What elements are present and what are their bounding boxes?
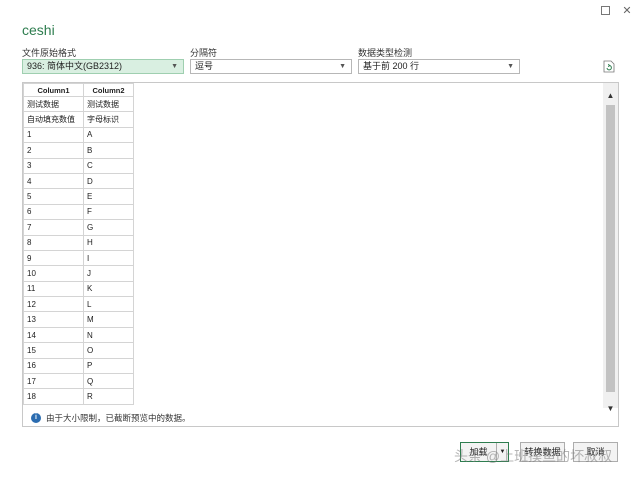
table-cell[interactable]: 字母标识: [83, 111, 134, 128]
table-cell[interactable]: K: [83, 280, 134, 298]
table-cell[interactable]: E: [83, 188, 134, 205]
table-cell[interactable]: O: [83, 342, 134, 359]
table-cell[interactable]: H: [83, 234, 134, 251]
table-cell[interactable]: F: [83, 203, 134, 221]
scroll-down-icon[interactable]: ▼: [603, 402, 618, 416]
type-detection-value: 基于前 200 行: [363, 61, 420, 71]
table-cell[interactable]: 6: [23, 203, 84, 221]
table-cell[interactable]: 7: [23, 219, 84, 236]
table-row: 7G: [23, 219, 134, 236]
table-cell[interactable]: 2: [23, 142, 84, 159]
chevron-down-icon: ▼: [171, 63, 178, 70]
delimiter-dropdown[interactable]: 逗号 ▼: [190, 59, 352, 74]
encoding-value: 936: 简体中文(GB2312): [27, 61, 123, 71]
scroll-up-icon[interactable]: ▲: [603, 89, 618, 103]
info-icon: i: [31, 413, 41, 423]
table-cell[interactable]: 18: [23, 388, 84, 405]
refresh-icon: [603, 60, 615, 73]
table-row: 12 L: [23, 296, 134, 313]
table-cell[interactable]: C: [83, 157, 134, 174]
table-cell[interactable]: 自动填充数值: [23, 111, 84, 128]
encoding-dropdown[interactable]: 936: 简体中文(GB2312) ▼: [22, 59, 184, 74]
table-cell[interactable]: J: [83, 265, 134, 282]
table-row: 8H: [23, 234, 134, 251]
table-header-row: Column1 Column2: [23, 83, 134, 97]
table-row: 16 P: [23, 357, 134, 375]
table-row: 4D: [23, 172, 134, 190]
table-cell[interactable]: L: [83, 296, 134, 313]
table-row: 2B: [23, 142, 134, 159]
table-cell[interactable]: N: [83, 326, 134, 344]
maximize-icon: [600, 6, 610, 15]
table-cell[interactable]: 测试数据: [83, 95, 134, 113]
close-button[interactable]: ✕: [620, 4, 634, 18]
table-cell[interactable]: 8: [23, 234, 84, 251]
data-preview-panel: Column1 Column2 测试数据 测试数据 自动填充数值 字母标识 1 A 2 B 3 C…: [22, 82, 619, 427]
table-cell[interactable]: 9: [23, 249, 84, 267]
table-row: 3C: [23, 157, 134, 174]
table-cell[interactable]: R: [83, 388, 134, 405]
table-row: 14 N: [23, 326, 134, 344]
truncation-notice: i 由于大小限制，已截断预览中的数据。: [31, 412, 191, 424]
table-cell[interactable]: 测试数据: [23, 95, 84, 113]
table-cell[interactable]: A: [83, 126, 134, 144]
table-row: 1A: [23, 126, 134, 144]
refresh-button[interactable]: [603, 60, 615, 73]
table-cell[interactable]: M: [83, 311, 134, 328]
table-cell[interactable]: 17: [23, 373, 84, 390]
table-cell[interactable]: 1: [23, 126, 84, 144]
table-row: 测试数据 测试数据: [23, 95, 134, 113]
table-row: 10 J: [23, 265, 134, 282]
table-cell[interactable]: 3: [23, 157, 84, 174]
table-cell[interactable]: 14: [23, 326, 84, 344]
table-cell[interactable]: D: [83, 172, 134, 190]
notice-text: 由于大小限制，已截断预览中的数据。: [46, 413, 191, 423]
scrollbar-thumb[interactable]: [606, 105, 615, 392]
table-cell[interactable]: Q: [83, 373, 134, 390]
table-row: 11 K: [23, 280, 134, 298]
preview-table: Column1 Column2 测试数据 测试数据 自动填充数值 字母标识 1 A 2 B 3 C…: [23, 83, 134, 405]
table-cell[interactable]: 5: [23, 188, 84, 205]
table-row: 17 Q: [23, 373, 134, 390]
table-row: 13 M: [23, 311, 134, 328]
encoding-label: 文件原始格式: [22, 48, 77, 58]
table-row: 6F: [23, 203, 134, 221]
type-detection-label: 数据类型检测: [358, 48, 413, 58]
maximize-button[interactable]: [598, 4, 612, 18]
type-detection-dropdown[interactable]: 基于前 200 行 ▼: [358, 59, 520, 74]
chevron-down-icon: ▼: [507, 63, 514, 70]
column-header[interactable]: Column2: [83, 83, 134, 97]
watermark: 头条 @上班摸鱼的坏叔叔: [454, 448, 613, 464]
table-cell[interactable]: 15: [23, 342, 84, 359]
delimiter-label: 分隔符: [190, 48, 218, 58]
table-cell[interactable]: 10: [23, 265, 84, 282]
column-header[interactable]: Column1: [23, 83, 84, 97]
vertical-scrollbar[interactable]: ▲ ▼: [603, 83, 618, 413]
table-row: 5E: [23, 188, 134, 205]
table-cell[interactable]: 12: [23, 296, 84, 313]
table-row: 9I: [23, 249, 134, 267]
table-cell[interactable]: 16: [23, 357, 84, 375]
table-row: 自动填充数值 字母标识: [23, 111, 134, 128]
dialog-title: ceshi: [22, 22, 55, 38]
table-row: 15 O: [23, 342, 134, 359]
table-cell[interactable]: 4: [23, 172, 84, 190]
chevron-down-icon: ▼: [339, 63, 346, 70]
table-cell[interactable]: G: [83, 219, 134, 236]
table-cell[interactable]: 13: [23, 311, 84, 328]
table-cell[interactable]: B: [83, 142, 134, 159]
table-cell[interactable]: I: [83, 249, 134, 267]
table-row: 18 R: [23, 388, 134, 405]
table-cell[interactable]: P: [83, 357, 134, 375]
table-cell[interactable]: 11: [23, 280, 84, 298]
delimiter-value: 逗号: [195, 61, 214, 71]
